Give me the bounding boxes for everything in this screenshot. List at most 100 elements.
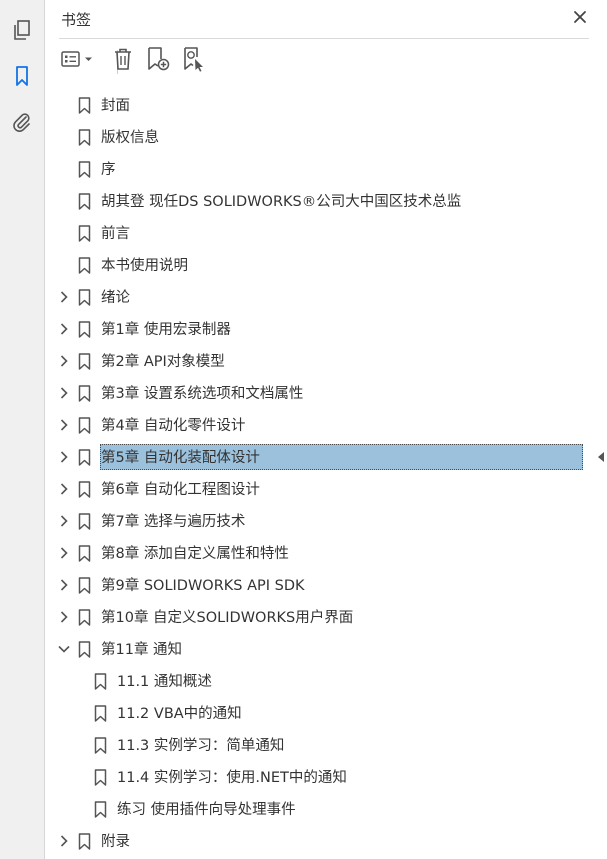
bookmark-icon (77, 161, 91, 178)
chevron-right-icon[interactable] (57, 577, 71, 593)
bookmark-icon (77, 97, 91, 114)
chevron-right-icon[interactable] (57, 353, 71, 369)
bookmark-label[interactable]: 第4章 自动化零件设计 (99, 415, 247, 437)
bookmark-label[interactable]: 11.1 通知概述 (115, 671, 214, 693)
bookmark-icon (77, 641, 91, 658)
bookmark-row[interactable]: 第1章 使用宏录制器 (45, 314, 605, 344)
chevron-right-icon[interactable] (57, 321, 71, 337)
bookmark-icon (93, 737, 107, 754)
find-bookmark-icon (181, 46, 207, 76)
bookmark-label[interactable]: 第10章 自定义SOLIDWORKS用户界面 (99, 607, 355, 629)
bookmarks-panel: 书签 封面 版权信息 序 胡其登 现任DS SOLIDWORKS®公司大中国区技… (45, 0, 605, 859)
bookmark-row[interactable]: 胡其登 现任DS SOLIDWORKS®公司大中国区技术总监 (45, 186, 605, 216)
chevron-right-icon[interactable] (57, 385, 71, 401)
chevron-right-icon[interactable] (57, 417, 71, 433)
bookmark-label[interactable]: 第5章 自动化装配体设计 (99, 447, 262, 469)
new-bookmark-button[interactable] (145, 46, 171, 76)
bookmark-row[interactable]: 第9章 SOLIDWORKS API SDK (45, 570, 605, 600)
options-menu-icon (60, 49, 96, 73)
bookmark-label[interactable]: 版权信息 (99, 127, 161, 149)
bookmark-row[interactable]: 序 (45, 154, 605, 184)
bookmark-row[interactable]: 版权信息 (45, 122, 605, 152)
bookmark-row[interactable]: 第7章 选择与遍历技术 (45, 506, 605, 536)
bookmark-row[interactable]: 11.2 VBA中的通知 (45, 698, 605, 728)
bookmark-label[interactable]: 11.3 实例学习：简单通知 (115, 735, 286, 757)
bookmark-icon (93, 673, 107, 690)
bookmark-row[interactable]: 11.3 实例学习：简单通知 (45, 730, 605, 760)
bookmark-icon (77, 129, 91, 146)
bookmark-icon (77, 449, 91, 466)
bookmark-label[interactable]: 序 (99, 159, 118, 181)
chevron-right-icon[interactable] (57, 289, 71, 305)
close-panel-button[interactable] (569, 7, 591, 29)
bookmark-label[interactable]: 练习 使用插件向导处理事件 (115, 799, 298, 821)
bookmark-label[interactable]: 11.4 实例学习：使用.NET中的通知 (115, 767, 349, 789)
chevron-right-icon[interactable] (57, 513, 71, 529)
bookmark-label[interactable]: 11.2 VBA中的通知 (115, 703, 244, 725)
delete-bookmark-icon (112, 47, 134, 75)
bookmark-row[interactable]: 前言 (45, 218, 605, 248)
bookmark-icon (77, 481, 91, 498)
bookmark-row[interactable]: 第4章 自动化零件设计 (45, 410, 605, 440)
panel-header: 书签 (59, 0, 589, 39)
bookmark-icon (77, 385, 91, 402)
bookmark-row[interactable]: 附录 (45, 826, 605, 856)
bookmark-icon (77, 577, 91, 594)
bookmark-row[interactable]: 11.4 实例学习：使用.NET中的通知 (45, 762, 605, 792)
bookmark-label[interactable]: 第11章 通知 (99, 639, 184, 661)
bookmarks-toolbar (59, 46, 589, 78)
bookmark-icon (93, 705, 107, 722)
bookmark-row[interactable]: 第10章 自定义SOLIDWORKS用户界面 (45, 602, 605, 632)
bookmark-row[interactable]: 本书使用说明 (45, 250, 605, 280)
bookmark-label[interactable]: 第9章 SOLIDWORKS API SDK (99, 575, 307, 597)
bookmark-label[interactable]: 封面 (99, 95, 132, 117)
bookmark-row[interactable]: 绪论 (45, 282, 605, 312)
bookmark-row[interactable]: 11.1 通知概述 (45, 666, 605, 696)
bookmark-label[interactable]: 第8章 添加自定义属性和特性 (99, 543, 291, 565)
bookmark-row[interactable]: 练习 使用插件向导处理事件 (45, 794, 605, 824)
chevron-right-icon[interactable] (57, 833, 71, 849)
bookmark-row[interactable]: 第8章 添加自定义属性和特性 (45, 538, 605, 568)
bookmark-row[interactable]: 第2章 API对象模型 (45, 346, 605, 376)
options-menu-button[interactable] (59, 46, 97, 76)
bookmark-icon (77, 225, 91, 242)
attachments-button[interactable] (0, 104, 44, 144)
collapse-panel-handle[interactable] (594, 448, 607, 466)
panel-title: 书签 (61, 11, 92, 29)
bookmark-icon (77, 193, 91, 210)
bookmark-label[interactable]: 第7章 选择与遍历技术 (99, 511, 247, 533)
bookmark-label[interactable]: 第3章 设置系统选项和文档属性 (99, 383, 305, 405)
bookmark-icon (77, 289, 91, 306)
bookmark-label[interactable]: 绪论 (99, 287, 132, 309)
delete-bookmark-button[interactable] (111, 46, 135, 76)
bookmark-row[interactable]: 第6章 自动化工程图设计 (45, 474, 605, 504)
chevron-down-icon[interactable] (57, 641, 71, 657)
bookmark-label[interactable]: 第2章 API对象模型 (99, 351, 227, 373)
attachments-icon (11, 111, 33, 137)
close-icon (573, 9, 587, 28)
bookmark-icon (93, 801, 107, 818)
find-bookmark-button[interactable] (181, 46, 207, 76)
bookmarks-icon (11, 65, 33, 91)
chevron-right-icon[interactable] (57, 449, 71, 465)
bookmark-icon (93, 769, 107, 786)
bookmark-row[interactable]: 第3章 设置系统选项和文档属性 (45, 378, 605, 408)
chevron-right-icon[interactable] (57, 545, 71, 561)
bookmark-row[interactable]: 封面 (45, 90, 605, 120)
bookmark-label[interactable]: 本书使用说明 (99, 255, 190, 277)
page-thumbnails-button[interactable] (0, 12, 44, 52)
bookmark-label[interactable]: 胡其登 现任DS SOLIDWORKS®公司大中国区技术总监 (99, 191, 463, 213)
page-thumbnails-icon (11, 19, 33, 45)
bookmark-row[interactable]: 第11章 通知 (45, 634, 605, 664)
bookmark-icon (77, 321, 91, 338)
bookmark-row[interactable]: 第5章 自动化装配体设计 (45, 442, 605, 472)
bookmark-icon (77, 417, 91, 434)
bookmark-label[interactable]: 附录 (99, 831, 132, 853)
chevron-right-icon[interactable] (57, 609, 71, 625)
bookmark-label[interactable]: 第1章 使用宏录制器 (99, 319, 233, 341)
bookmark-label[interactable]: 第6章 自动化工程图设计 (99, 479, 262, 501)
bookmark-icon (77, 833, 91, 850)
chevron-right-icon[interactable] (57, 481, 71, 497)
bookmarks-button[interactable] (0, 58, 44, 98)
bookmark-label[interactable]: 前言 (99, 223, 132, 245)
